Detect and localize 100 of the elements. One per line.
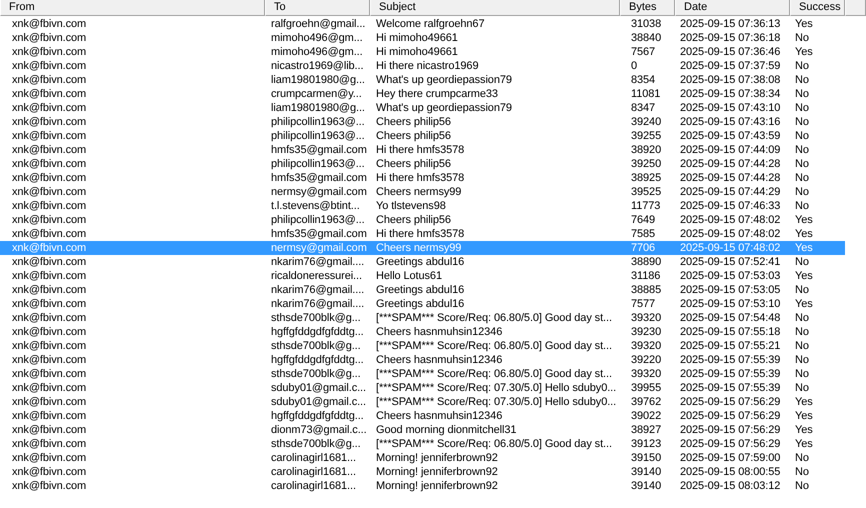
table-cell-text: 38890 bbox=[630, 255, 662, 269]
table-cell-text: Cheers hasnmuhsin12346 bbox=[375, 353, 502, 367]
table-cell-text: philipcollin1963@... bbox=[270, 115, 365, 129]
table-cell-text: Greetings abdul16 bbox=[375, 255, 464, 269]
table-row[interactable]: xnk@fbivn.com mimoho496@gm... Hi mimoho49661 7567 2025-09-15 07:36:46 Yes bbox=[0, 45, 866, 59]
column-header[interactable]: From bbox=[0, 0, 265, 16]
table-cell-text: No bbox=[794, 143, 809, 157]
table-cell-text: Cheers hasnmuhsin12346 bbox=[375, 325, 502, 339]
table-row[interactable]: xnk@fbivn.com sthsde700blk@g... [***SPAM*** Score/Req: 06.80/5.0] Good day st... 39320 2025-09-15 07:54:48 No bbox=[0, 311, 866, 325]
table-row[interactable]: xnk@fbivn.com hmfs35@gmail.com Hi there hmfs3578 38920 2025-09-15 07:44:09 No bbox=[0, 143, 866, 157]
table-cell-text: 39762 bbox=[630, 395, 662, 409]
table-row[interactable]: xnk@fbivn.com dionm73@gmail.c... Good morning dionmitchell31 38927 2025-09-15 07:56:29 Yes bbox=[0, 423, 866, 437]
table-cell-text: hmfs35@gmail.com bbox=[270, 227, 367, 241]
table-row[interactable]: xnk@fbivn.com sthsde700blk@g... [***SPAM*** Score/Req: 06.80/5.0] Good day st... 39123 2025-09-15 07:56:29 Yes bbox=[0, 437, 866, 451]
table-cell-text: dionm73@gmail.c... bbox=[270, 423, 367, 437]
table-cell-text: 2025-09-15 07:46:33 bbox=[679, 199, 780, 213]
table-row[interactable]: xnk@fbivn.com crumpcarmen@y... Hey there crumpcarme33 11081 2025-09-15 07:38:34 No bbox=[0, 87, 866, 101]
table-row[interactable]: xnk@fbivn.com t.l.stevens@btint... Yo tlstevens98 11773 2025-09-15 07:46:33 No bbox=[0, 199, 866, 213]
table-cell-text: No bbox=[794, 31, 809, 45]
table-cell-text: 0 bbox=[630, 59, 638, 73]
table-cell-text: [***SPAM*** Score/Req: 07.30/5.0] Hello sduby0... bbox=[375, 381, 616, 395]
table-cell-text: Hi mimoho49661 bbox=[375, 45, 458, 59]
table-row[interactable]: xnk@fbivn.com nkarim76@gmail.... Greetings abdul16 38885 2025-09-15 07:53:05 No bbox=[0, 283, 866, 297]
table-cell-text: Greetings abdul16 bbox=[375, 297, 464, 311]
table-cell-text: Yes bbox=[794, 437, 813, 451]
table-row[interactable]: xnk@fbivn.com philipcollin1963@... Cheers philip56 7649 2025-09-15 07:48:02 Yes bbox=[0, 213, 866, 227]
table-row[interactable]: xnk@fbivn.com sthsde700blk@g... [***SPAM*** Score/Req: 06.80/5.0] Good day st... 39320 2025-09-15 07:55:39 No bbox=[0, 367, 866, 381]
table-row[interactable]: xnk@fbivn.com sduby01@gmail.c... [***SPAM*** Score/Req: 07.30/5.0] Hello sduby0... 39762 2025-09-15 07:56:29 Yes bbox=[0, 395, 866, 409]
table-row[interactable]: xnk@fbivn.com liam19801980@g... What's up geordiepassion79 8347 2025-09-15 07:43:10 No bbox=[0, 101, 866, 115]
table-row[interactable]: xnk@fbivn.com nicastro1969@lib... Hi there nicastro1969 0 2025-09-15 07:37:59 No bbox=[0, 59, 866, 73]
table-cell-text: Morning! jenniferbrown92 bbox=[375, 451, 498, 465]
table-cell-text: 2025-09-15 08:03:12 bbox=[679, 479, 780, 493]
table-cell-text: No bbox=[794, 325, 809, 339]
table-cell-text: 39525 bbox=[630, 185, 662, 199]
table-cell-text: xnk@fbivn.com bbox=[11, 283, 86, 297]
table-cell-text: xnk@fbivn.com bbox=[11, 87, 86, 101]
table-row[interactable]: xnk@fbivn.com ricaldoneressurei... Hello Lotus61 31186 2025-09-15 07:53:03 Yes bbox=[0, 269, 866, 283]
table-cell-text: 2025-09-15 07:44:09 bbox=[679, 143, 780, 157]
table-cell-text: xnk@fbivn.com bbox=[11, 297, 86, 311]
column-header[interactable]: Subject bbox=[370, 0, 620, 16]
table-row[interactable]: xnk@fbivn.com hmfs35@gmail.com Hi there hmfs3578 38925 2025-09-15 07:44:28 No bbox=[0, 171, 866, 185]
table-row[interactable]: xnk@fbivn.com mimoho496@gm... Hi mimoho49661 38840 2025-09-15 07:36:18 No bbox=[0, 31, 866, 45]
column-header[interactable]: Bytes bbox=[620, 0, 675, 16]
table-cell-text: xnk@fbivn.com bbox=[11, 45, 86, 59]
table-cell-text: Yes bbox=[794, 395, 813, 409]
table-cell-text: No bbox=[794, 129, 809, 143]
table-row[interactable]: xnk@fbivn.com philipcollin1963@... Cheers philip56 39250 2025-09-15 07:44:28 No bbox=[0, 157, 866, 171]
column-header[interactable]: Date bbox=[675, 0, 790, 16]
table-cell-text: xnk@fbivn.com bbox=[11, 353, 86, 367]
table-cell-text: No bbox=[794, 157, 809, 171]
table-row[interactable]: xnk@fbivn.com hgffgfddgdfgfddtg... Cheers hasnmuhsin12346 39220 2025-09-15 07:55:39 No bbox=[0, 353, 866, 367]
table-cell-text: Yo tlstevens98 bbox=[375, 199, 446, 213]
table-row[interactable]: xnk@fbivn.com liam19801980@g... What's up geordiepassion79 8354 2025-09-15 07:38:08 No bbox=[0, 73, 866, 87]
table-cell-text: Yes bbox=[794, 423, 813, 437]
table-row[interactable]: xnk@fbivn.com hgffgfddgdfgfddtg... Cheers hasnmuhsin12346 39230 2025-09-15 07:55:18 No bbox=[0, 325, 866, 339]
table-cell-text: No bbox=[794, 339, 809, 353]
table-row[interactable]: xnk@fbivn.com sduby01@gmail.c... [***SPAM*** Score/Req: 07.30/5.0] Hello sduby0... 39955 2025-09-15 07:55:39 No bbox=[0, 381, 866, 395]
table-cell-text: No bbox=[794, 255, 809, 269]
table-cell-text: No bbox=[794, 479, 809, 493]
table-cell-text: hgffgfddgdfgfddtg... bbox=[270, 409, 364, 423]
table-row[interactable]: xnk@fbivn.com hgffgfddgdfgfddtg... Cheers hasnmuhsin12346 39022 2025-09-15 07:56:29 Yes bbox=[0, 409, 866, 423]
table-cell-text: xnk@fbivn.com bbox=[11, 171, 86, 185]
table-row[interactable]: xnk@fbivn.com nkarim76@gmail.... Greetings abdul16 38890 2025-09-15 07:52:41 No bbox=[0, 255, 866, 269]
table-row[interactable]: xnk@fbivn.com philipcollin1963@... Cheers philip56 39240 2025-09-15 07:43:16 No bbox=[0, 115, 866, 129]
table-cell-text: 2025-09-15 07:55:39 bbox=[679, 353, 780, 367]
table-cell-text: xnk@fbivn.com bbox=[11, 199, 86, 213]
table-cell-text: xnk@fbivn.com bbox=[11, 115, 86, 129]
table-cell-text: Yes bbox=[794, 227, 813, 241]
table-row[interactable]: xnk@fbivn.com carolinagirl1681... Morning! jenniferbrown92 39140 2025-09-15 08:03:12 No bbox=[0, 479, 866, 493]
table-cell-text: Yes bbox=[794, 241, 813, 255]
table-cell-text: 2025-09-15 07:55:18 bbox=[679, 325, 780, 339]
column-header[interactable]: Success bbox=[790, 0, 845, 16]
table-row[interactable]: xnk@fbivn.com sthsde700blk@g... [***SPAM*** Score/Req: 06.80/5.0] Good day st... 39320 2025-09-15 07:55:21 No bbox=[0, 339, 866, 353]
table-row[interactable]: xnk@fbivn.com carolinagirl1681... Morning! jenniferbrown92 39140 2025-09-15 08:00:55 No bbox=[0, 465, 866, 479]
table-cell-text: nicastro1969@lib... bbox=[270, 59, 364, 73]
table-cell-text: Morning! jenniferbrown92 bbox=[375, 479, 498, 493]
table-cell-text: philipcollin1963@... bbox=[270, 157, 365, 171]
column-header[interactable]: To bbox=[265, 0, 370, 16]
table-cell-text: What's up geordiepassion79 bbox=[375, 101, 512, 115]
table-cell-text: hmfs35@gmail.com bbox=[270, 143, 367, 157]
table-row[interactable]: xnk@fbivn.com philipcollin1963@... Cheers philip56 39255 2025-09-15 07:43:59 No bbox=[0, 129, 866, 143]
table-row[interactable]: xnk@fbivn.com carolinagirl1681... Morning! jenniferbrown92 39150 2025-09-15 07:59:00 No bbox=[0, 451, 866, 465]
table-cell-text: Hi there hmfs3578 bbox=[375, 171, 464, 185]
table-cell-text: Greetings abdul16 bbox=[375, 283, 464, 297]
table-cell-text: Cheers hasnmuhsin12346 bbox=[375, 409, 502, 423]
table-cell-text: 2025-09-15 07:56:29 bbox=[679, 437, 780, 451]
table-row[interactable]: xnk@fbivn.com hmfs35@gmail.com Hi there hmfs3578 7585 2025-09-15 07:48:02 Yes bbox=[0, 227, 866, 241]
table-cell-text: 2025-09-15 07:44:29 bbox=[679, 185, 780, 199]
table-row[interactable]: xnk@fbivn.com ralfgroehn@gmail... Welcome ralfgroehn67 31038 2025-09-15 07:36:13 Yes bbox=[0, 17, 866, 31]
table-cell-text: [***SPAM*** Score/Req: 06.80/5.0] Good day st... bbox=[375, 339, 612, 353]
table-cell-text: xnk@fbivn.com bbox=[11, 255, 86, 269]
table-cell-text: 38840 bbox=[630, 31, 662, 45]
table-cell-text: 38927 bbox=[630, 423, 662, 437]
table-cell-text: nermsy@gmail.com bbox=[270, 185, 367, 199]
table-row[interactable]: xnk@fbivn.com nermsy@gmail.com Cheers nermsy99 39525 2025-09-15 07:44:29 No bbox=[0, 185, 866, 199]
table-cell-text: 2025-09-15 07:43:16 bbox=[679, 115, 780, 129]
table-row[interactable]: xnk@fbivn.com nkarim76@gmail.... Greetings abdul16 7577 2025-09-15 07:53:10 Yes bbox=[0, 297, 866, 311]
table-cell-text: [***SPAM*** Score/Req: 06.80/5.0] Good day st... bbox=[375, 437, 612, 451]
table-cell-text: No bbox=[794, 199, 809, 213]
table-cell-text: ralfgroehn@gmail... bbox=[270, 17, 366, 31]
